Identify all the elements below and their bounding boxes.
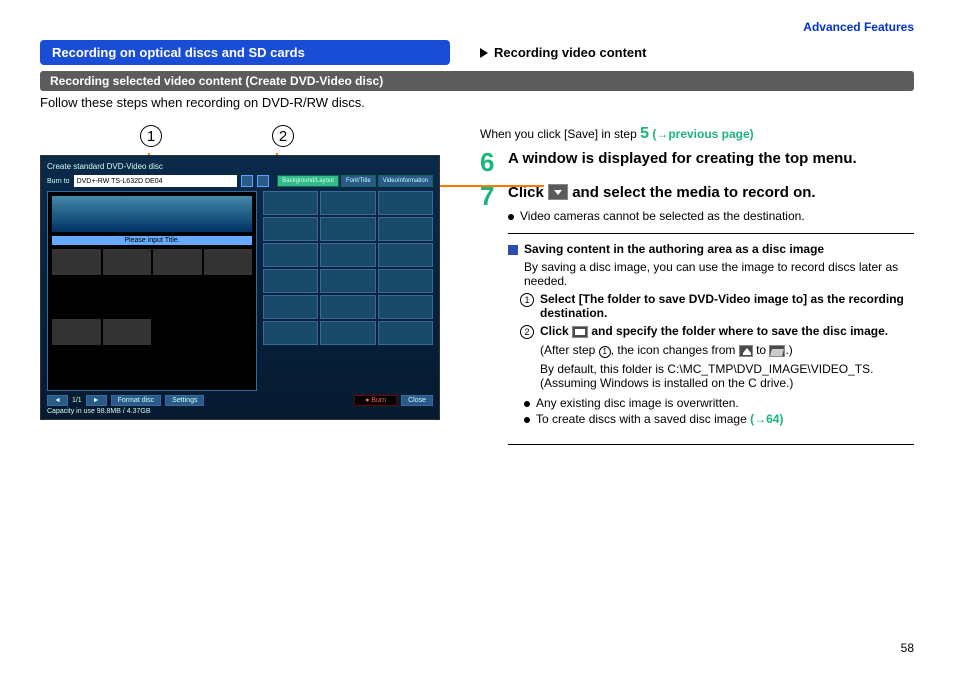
right-column: When you click [Save] in step 5 (→previo… <box>480 125 914 453</box>
template-palette <box>263 191 433 391</box>
bullet-icon <box>524 417 530 423</box>
left-column: 1 2 Create standard DVD-Video disc Burn … <box>40 125 460 453</box>
burn-to-label: Burn to <box>47 178 70 185</box>
settings-button[interactable]: Settings <box>165 395 204 406</box>
triangle-right-icon <box>480 48 488 58</box>
destination-browse-button[interactable] <box>257 175 269 187</box>
previous-page-link[interactable]: (→previous page) <box>649 127 754 141</box>
square-bullet-icon <box>508 245 518 255</box>
bg-template[interactable] <box>263 191 318 215</box>
burn-button[interactable]: ● Burn <box>354 395 397 406</box>
close-button[interactable]: Close <box>401 395 433 406</box>
bg-template[interactable] <box>378 217 433 241</box>
next-page-button[interactable]: ► <box>86 395 107 406</box>
overwrite-note: Any existing disc image is overwritten. <box>524 396 914 410</box>
step-6-title: A window is displayed for creating the t… <box>508 149 914 169</box>
layout-template[interactable] <box>378 321 433 345</box>
layout-template[interactable] <box>263 269 318 293</box>
callout-2: 2 <box>272 125 294 147</box>
layout-template[interactable] <box>320 269 375 293</box>
step-7-note: Video cameras cannot be selected as the … <box>508 209 914 223</box>
bullet-icon <box>524 401 530 407</box>
default-path-note: By default, this folder is C:\MC_TMP\DVD… <box>540 362 914 390</box>
sub-header: Recording selected video content (Create… <box>40 71 914 91</box>
page-64-link[interactable]: (→64) <box>750 412 783 426</box>
destination-dropdown-button[interactable] <box>241 175 253 187</box>
bg-template[interactable] <box>263 217 318 241</box>
layout-template[interactable] <box>263 321 318 345</box>
box-intro: By saving a disc image, you can use the … <box>524 260 914 288</box>
clip-thumbnail[interactable] <box>204 249 253 275</box>
clip-thumbnail[interactable] <box>103 249 152 275</box>
tab-video-information[interactable]: VideoInformation <box>378 175 433 187</box>
format-disc-button[interactable]: Format disc <box>111 395 162 406</box>
intro-text: Follow these steps when recording on DVD… <box>40 95 914 110</box>
clip-thumbnail[interactable] <box>52 249 101 275</box>
tab-background-layout[interactable]: Background/Layout <box>277 175 339 187</box>
bg-template[interactable] <box>263 243 318 267</box>
after-step-note: (After step 1, the icon changes from to … <box>540 343 914 358</box>
menu-preview: Please input Title. <box>47 191 257 391</box>
box-item-2: 2 Click and specify the folder where to … <box>520 324 914 339</box>
layout-template[interactable] <box>320 295 375 319</box>
window-title: Create standard DVD-Video disc <box>47 162 433 171</box>
eject-icon <box>739 345 753 357</box>
step-5-ref: 5 <box>640 125 649 142</box>
bullet-icon <box>508 214 514 220</box>
create-discs-note: To create discs with a saved disc image … <box>524 412 914 426</box>
circled-1-icon: 1 <box>520 293 534 307</box>
dropdown-icon <box>548 184 568 200</box>
page-number: 58 <box>901 641 914 655</box>
header-topic-left: Recording on optical discs and SD cards <box>40 40 450 65</box>
tab-font-title[interactable]: Font/Title <box>341 175 376 187</box>
layout-template[interactable] <box>378 269 433 293</box>
layout-template[interactable] <box>320 321 375 345</box>
bg-template[interactable] <box>320 243 375 267</box>
header-topic-right: Recording video content <box>480 40 646 65</box>
layout-template[interactable] <box>378 295 433 319</box>
bg-template[interactable] <box>320 191 375 215</box>
box-item-1: 1 Select [The folder to save DVD-Video i… <box>520 292 914 320</box>
box-title: Saving content in the authoring area as … <box>524 242 824 256</box>
step-7-title: Click and select the media to record on. <box>508 183 914 203</box>
circled-2-icon: 2 <box>520 325 534 339</box>
pager-text: 1/1 <box>72 397 82 404</box>
layout-template[interactable] <box>263 295 318 319</box>
capacity-text: Capacity in use 98.8MB / 4.37GB <box>47 408 433 415</box>
disc-image-box: Saving content in the authoring area as … <box>508 233 914 445</box>
callout-1: 1 <box>140 125 162 147</box>
folder-open-icon <box>769 345 785 357</box>
clip-thumbnail[interactable] <box>153 249 202 275</box>
step-number: 7 <box>480 183 500 445</box>
step-6: 6 A window is displayed for creating the… <box>480 149 914 175</box>
header-right-text: Recording video content <box>494 45 646 60</box>
section-link[interactable]: Advanced Features <box>40 20 914 34</box>
bg-template[interactable] <box>378 191 433 215</box>
header-row: Recording on optical discs and SD cards … <box>40 40 914 65</box>
pre-step-line: When you click [Save] in step 5 (→previo… <box>480 125 914 143</box>
app-screenshot: Create standard DVD-Video disc Burn to D… <box>40 155 440 420</box>
bg-template[interactable] <box>320 217 375 241</box>
prev-page-button[interactable]: ◄ <box>47 395 68 406</box>
step-number: 6 <box>480 149 500 175</box>
clip-thumbnail[interactable] <box>52 319 101 345</box>
clip-thumbnail[interactable] <box>103 319 152 345</box>
bg-template[interactable] <box>378 243 433 267</box>
step-7: 7 Click and select the media to record o… <box>480 183 914 445</box>
burn-destination-field[interactable]: DVD+-RW TS-L632D DE04 <box>74 175 238 187</box>
circled-1-icon: 1 <box>599 346 611 358</box>
preview-title-input[interactable]: Please input Title. <box>52 236 252 245</box>
folder-icon <box>572 326 588 338</box>
